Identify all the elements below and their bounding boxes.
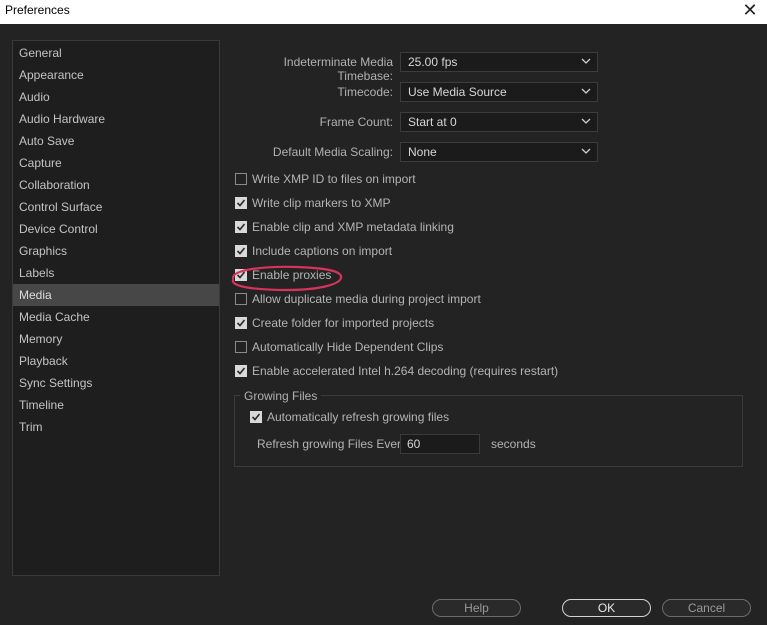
sidebar-item-audio[interactable]: Audio [13, 86, 219, 108]
refresh-unit-label: seconds [491, 437, 536, 451]
hide-dependent-clips-checkbox[interactable] [235, 341, 247, 353]
title-bar: Preferences ✕ [0, 0, 767, 24]
frame-count-value: Start at 0 [408, 115, 457, 129]
include-captions-label: Include captions on import [252, 244, 393, 258]
refresh-interval-label: Refresh growing Files Every [257, 437, 408, 451]
sidebar-item-collaboration[interactable]: Collaboration [13, 174, 219, 196]
timecode-value: Use Media Source [408, 85, 507, 99]
write-clip-markers-label: Write clip markers to XMP [252, 196, 391, 210]
metadata-linking-label: Enable clip and XMP metadata linking [252, 220, 454, 234]
check-icon [236, 319, 246, 327]
scaling-label: Default Media Scaling: [272, 145, 393, 159]
timebase-value: 25.00 fps [408, 55, 458, 69]
allow-duplicate-media-label: Allow duplicate media during project imp… [252, 292, 481, 306]
sidebar-item-labels[interactable]: Labels [13, 262, 219, 284]
chevron-down-icon [581, 88, 591, 94]
intel-decoding-label: Enable accelerated Intel h.264 decoding … [252, 364, 559, 378]
refresh-interval-input[interactable]: 60 [400, 434, 480, 454]
enable-proxies-checkbox[interactable] [235, 269, 247, 281]
sidebar-item-media[interactable]: Media [13, 284, 219, 306]
metadata-linking-checkbox[interactable] [235, 221, 247, 233]
sidebar-item-appearance[interactable]: Appearance [13, 64, 219, 86]
write-xmp-id-checkbox[interactable] [235, 173, 247, 185]
include-captions-checkbox[interactable] [235, 245, 247, 257]
sidebar-item-sync-settings[interactable]: Sync Settings [13, 372, 219, 394]
window-title: Preferences [5, 3, 70, 17]
sidebar-item-control-surface[interactable]: Control Surface [13, 196, 219, 218]
cancel-button[interactable]: Cancel [662, 599, 751, 617]
scaling-value: None [408, 145, 437, 159]
check-icon [236, 367, 246, 375]
sidebar: General Appearance Audio Audio Hardware … [12, 40, 220, 576]
sidebar-item-auto-save[interactable]: Auto Save [13, 130, 219, 152]
check-icon [236, 223, 246, 231]
check-icon [236, 199, 246, 207]
chevron-down-icon [581, 148, 591, 154]
timecode-dropdown[interactable]: Use Media Source [400, 82, 598, 102]
sidebar-item-memory[interactable]: Memory [13, 328, 219, 350]
auto-refresh-checkbox[interactable] [250, 411, 262, 423]
close-icon[interactable]: ✕ [739, 0, 761, 21]
sidebar-item-graphics[interactable]: Graphics [13, 240, 219, 262]
sidebar-item-general[interactable]: General [13, 42, 219, 64]
growing-files-title: Growing Files [240, 389, 322, 403]
allow-duplicate-media-checkbox[interactable] [235, 293, 247, 305]
intel-decoding-checkbox[interactable] [235, 365, 247, 377]
create-folder-checkbox[interactable] [235, 317, 247, 329]
scaling-dropdown[interactable]: None [400, 142, 598, 162]
chevron-down-icon [581, 58, 591, 64]
sidebar-item-capture[interactable]: Capture [13, 152, 219, 174]
ok-button[interactable]: OK [562, 599, 651, 617]
sidebar-item-timeline[interactable]: Timeline [13, 394, 219, 416]
write-xmp-id-label: Write XMP ID to files on import [252, 172, 416, 186]
timebase-label: Indeterminate Media Timebase: [283, 55, 393, 83]
growing-files-group [234, 395, 743, 467]
check-icon [251, 413, 261, 421]
timecode-label: Timecode: [337, 85, 393, 99]
timebase-dropdown[interactable]: 25.00 fps [400, 52, 598, 72]
enable-proxies-label: Enable proxies [252, 268, 332, 282]
help-button[interactable]: Help [432, 599, 521, 617]
sidebar-item-device-control[interactable]: Device Control [13, 218, 219, 240]
chevron-down-icon [581, 118, 591, 124]
check-icon [236, 247, 246, 255]
sidebar-item-trim[interactable]: Trim [13, 416, 219, 438]
sidebar-item-playback[interactable]: Playback [13, 350, 219, 372]
write-clip-markers-checkbox[interactable] [235, 197, 247, 209]
auto-refresh-label: Automatically refresh growing files [267, 410, 450, 424]
check-icon [236, 271, 246, 279]
sidebar-item-media-cache[interactable]: Media Cache [13, 306, 219, 328]
sidebar-item-audio-hardware[interactable]: Audio Hardware [13, 108, 219, 130]
hide-dependent-clips-label: Automatically Hide Dependent Clips [252, 340, 444, 354]
frame-count-label: Frame Count: [319, 115, 393, 129]
create-folder-label: Create folder for imported projects [252, 316, 435, 330]
frame-count-dropdown[interactable]: Start at 0 [400, 112, 598, 132]
